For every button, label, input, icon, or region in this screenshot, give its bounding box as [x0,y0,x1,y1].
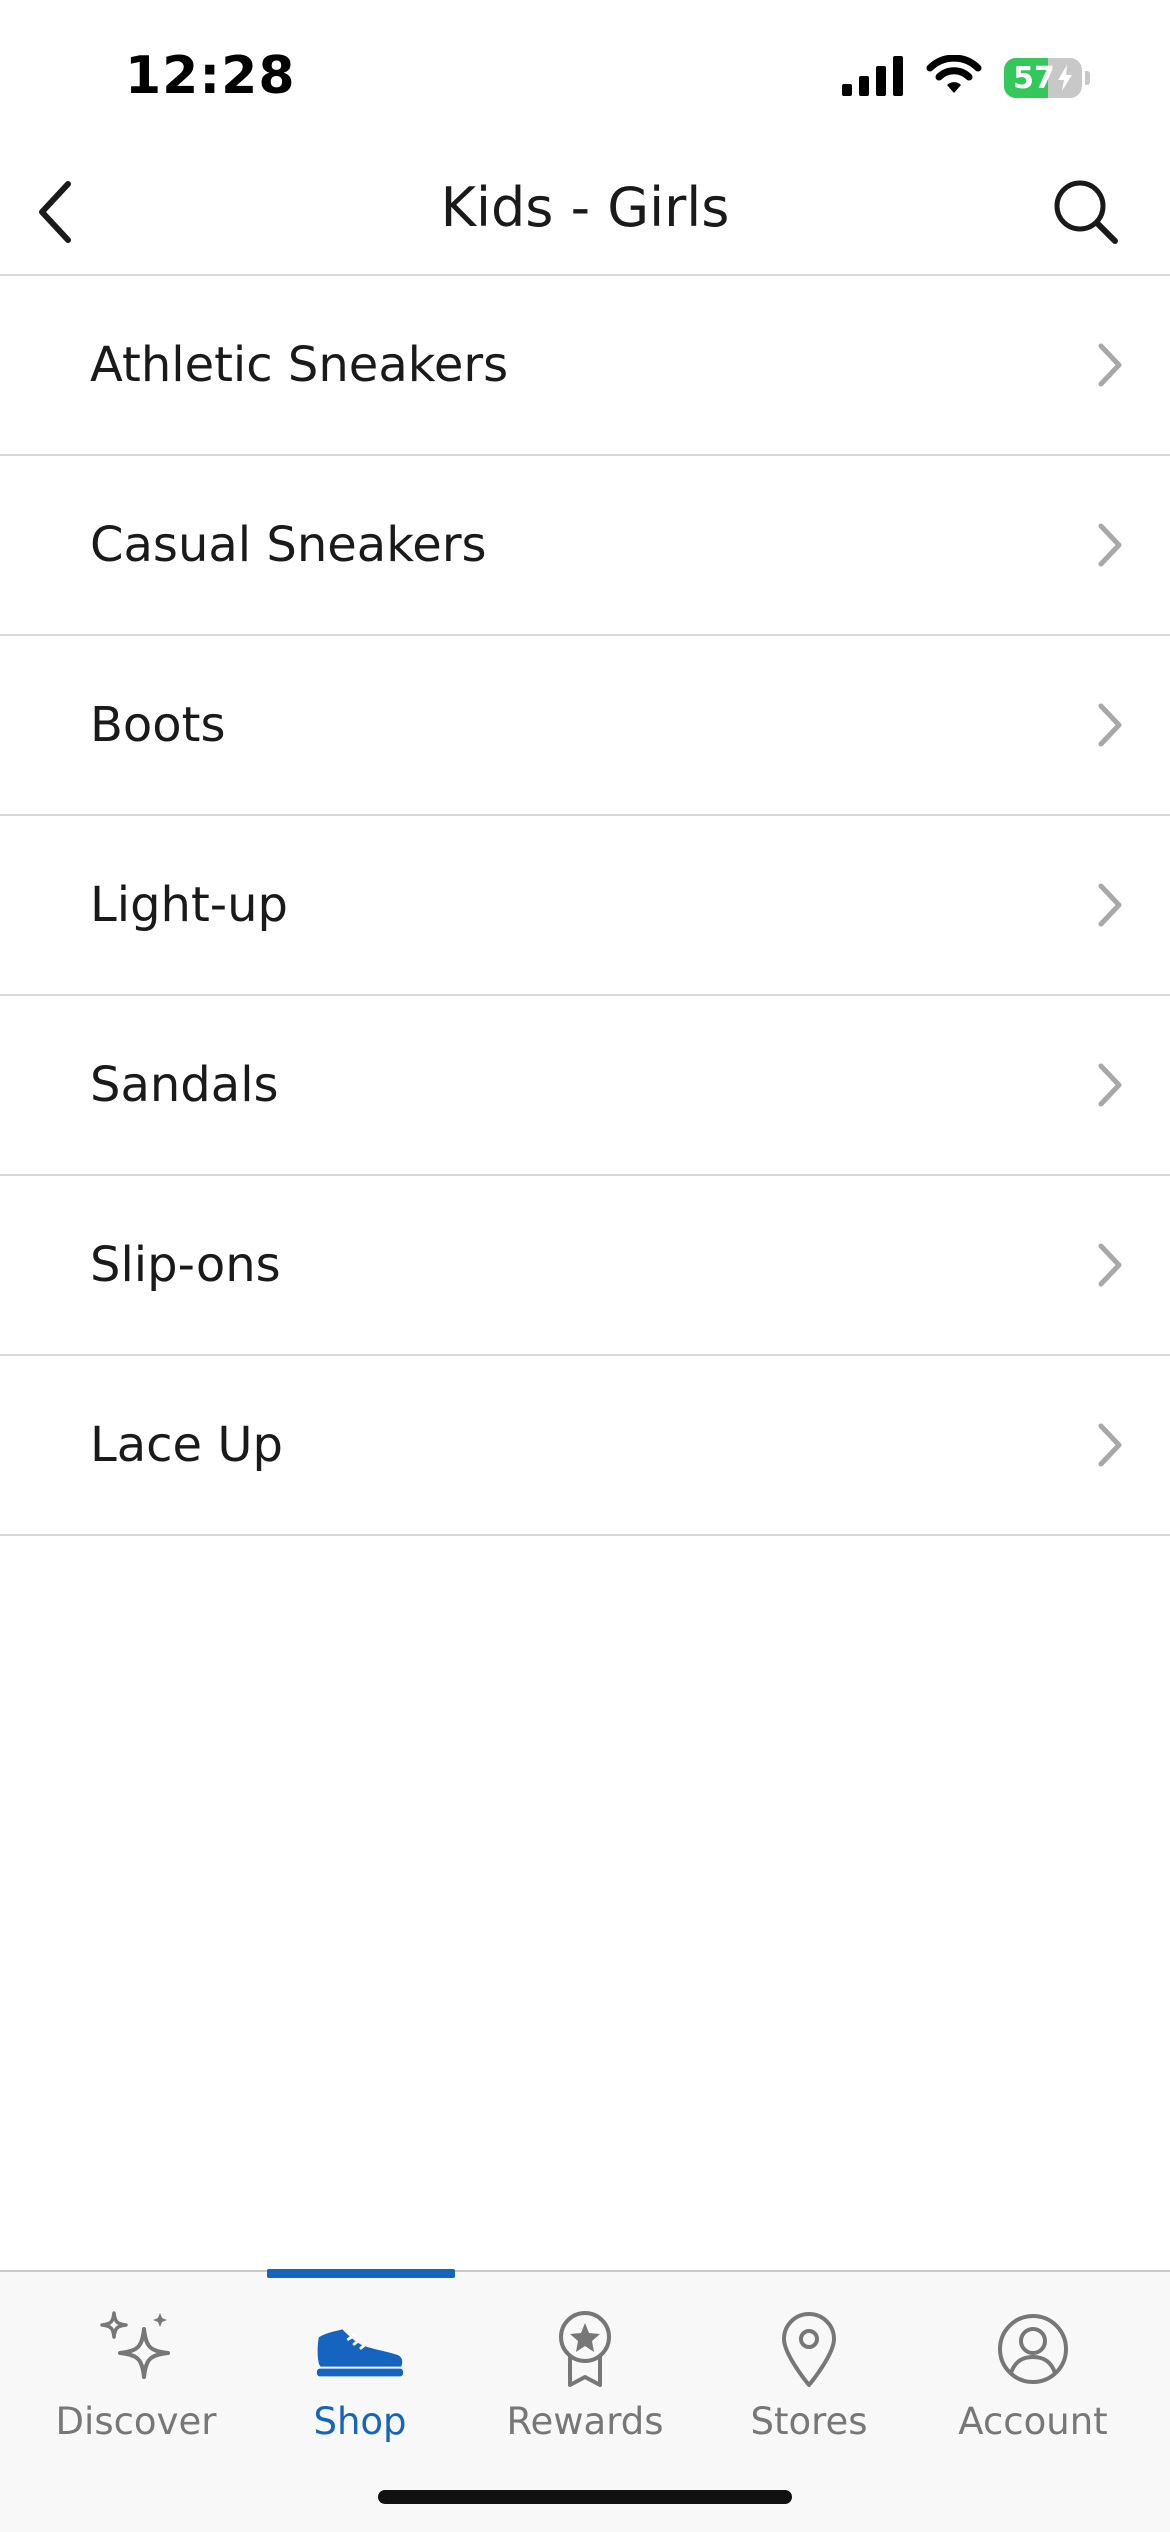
category-list: Athletic Sneakers Casual Sneakers Boots … [0,276,1170,1536]
category-row-light-up[interactable]: Light-up [0,816,1170,996]
category-label: Athletic Sneakers [90,337,509,393]
chevron-right-icon [1098,1243,1122,1287]
nav-header: Kids - Girls [0,150,1170,276]
screen: 12:28 57 Kids - Girls Athletic Sneakers … [0,0,1170,2532]
tab-label: Stores [750,2400,868,2443]
category-label: Slip-ons [90,1237,281,1293]
tab-label: Rewards [506,2400,664,2443]
battery-icon: 57 [1004,58,1090,98]
home-indicator [378,2490,792,2504]
tab-stores[interactable]: Stores [697,2272,921,2472]
sneaker-icon [315,2304,405,2394]
location-pin-icon [764,2304,854,2394]
status-icons: 57 [842,54,1090,101]
chevron-right-icon [1098,1423,1122,1467]
category-row-boots[interactable]: Boots [0,636,1170,816]
chevron-right-icon [1098,883,1122,927]
charging-icon [1057,65,1072,91]
category-row-athletic-sneakers[interactable]: Athletic Sneakers [0,276,1170,456]
category-label: Boots [90,697,226,753]
rewards-badge-icon [540,2304,630,2394]
tab-account[interactable]: Account [921,2272,1145,2472]
category-label: Lace Up [90,1417,283,1473]
search-icon [1054,180,1118,244]
category-row-casual-sneakers[interactable]: Casual Sneakers [0,456,1170,636]
tab-label: Discover [55,2400,217,2443]
tab-rewards[interactable]: Rewards [473,2272,697,2472]
tab-discover[interactable]: Discover [24,2272,248,2472]
category-row-sandals[interactable]: Sandals [0,996,1170,1176]
battery-percent: 57 [1004,58,1082,98]
tab-shop[interactable]: Shop [248,2272,472,2472]
category-label: Light-up [90,877,288,933]
chevron-right-icon [1098,343,1122,387]
chevron-right-icon [1098,523,1122,567]
sparkles-icon [91,2304,181,2394]
category-row-slip-ons[interactable]: Slip-ons [0,1176,1170,1356]
chevron-right-icon [1098,703,1122,747]
wifi-icon [926,54,982,101]
status-bar: 12:28 57 [0,0,1170,150]
category-label: Sandals [90,1057,279,1113]
tab-label: Shop [313,2400,407,2443]
search-button[interactable] [1042,168,1130,256]
category-label: Casual Sneakers [90,517,487,573]
account-icon [988,2304,1078,2394]
chevron-right-icon [1098,1063,1122,1107]
tab-label: Account [958,2400,1108,2443]
page-title: Kids - Girls [440,176,730,239]
category-row-lace-up[interactable]: Lace Up [0,1356,1170,1536]
signal-icon [842,56,904,100]
status-time: 12:28 [125,46,296,106]
